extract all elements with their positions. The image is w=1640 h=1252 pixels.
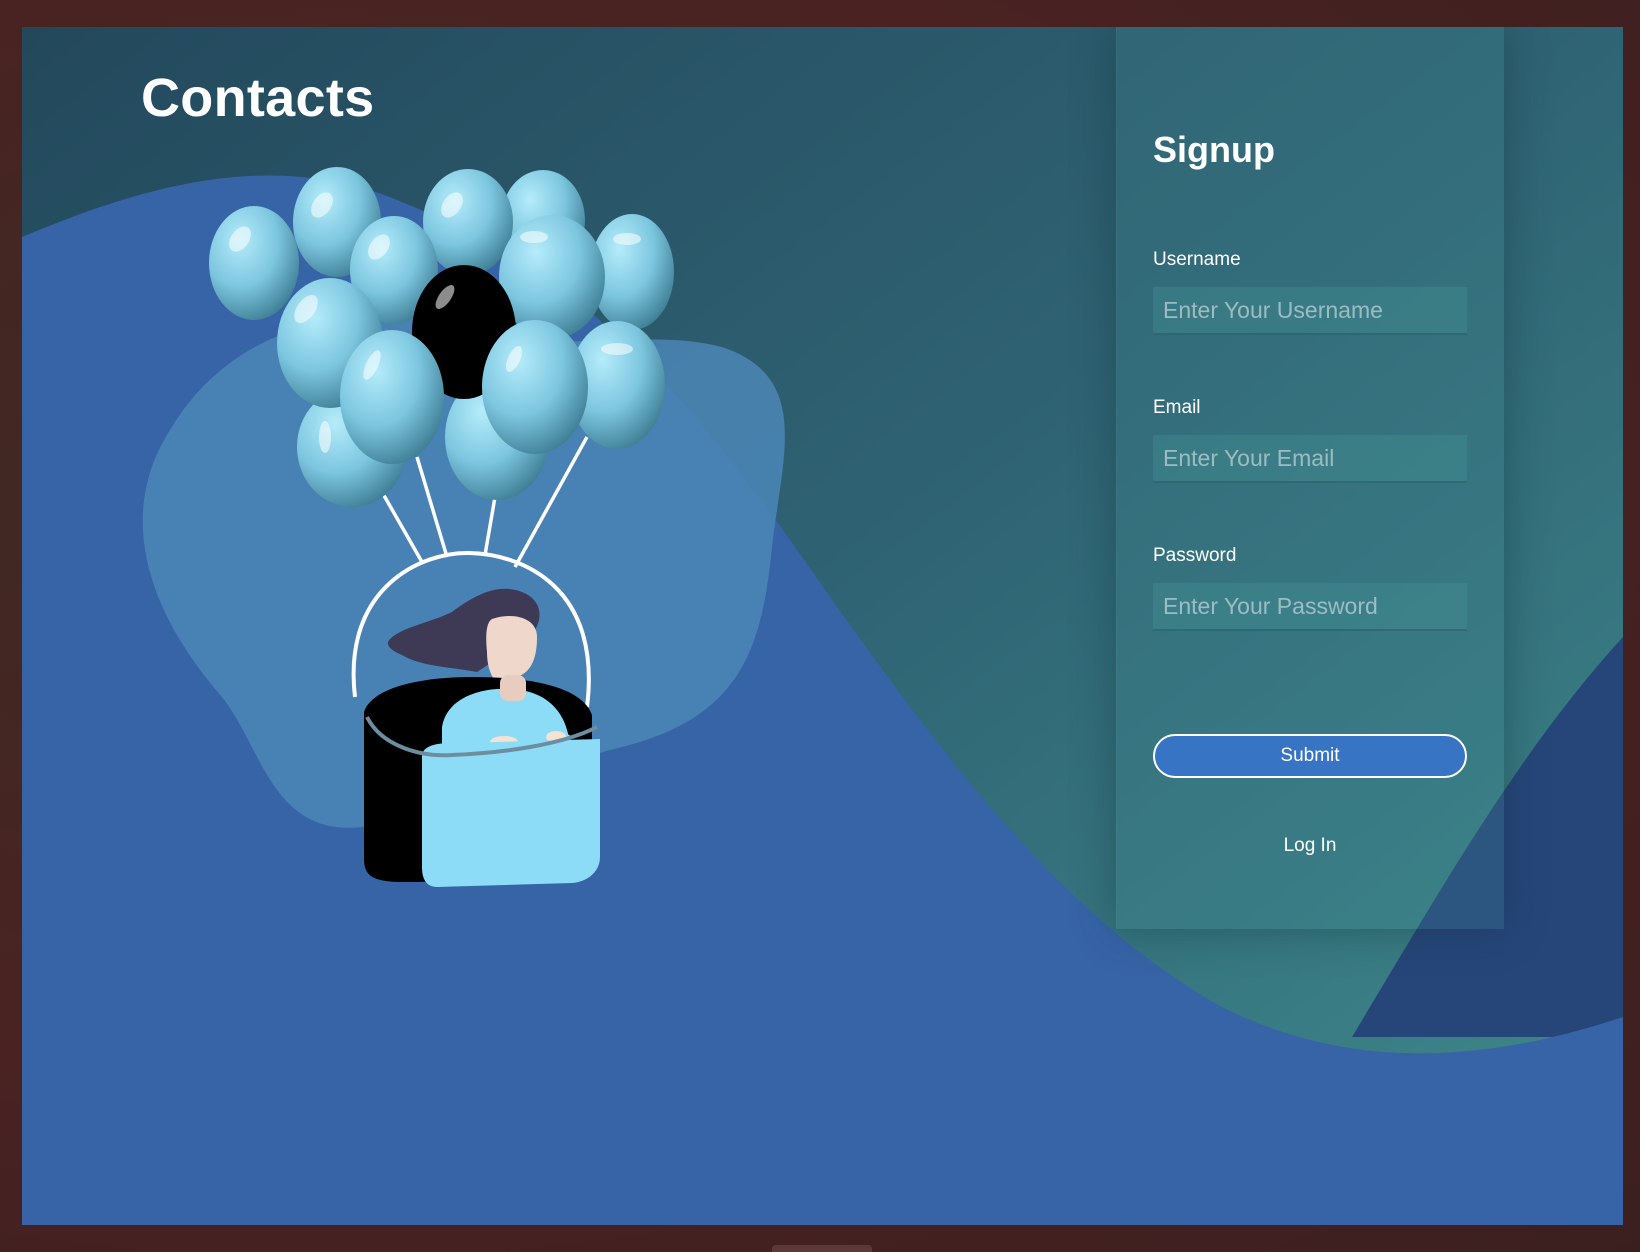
email-label: Email	[1153, 397, 1201, 418]
login-link[interactable]: Log In	[1153, 835, 1467, 857]
password-label: Password	[1153, 545, 1237, 566]
signup-panel: Signup Username Email Password Submit Lo…	[1116, 27, 1504, 929]
window-resize-handle	[772, 1245, 872, 1252]
password-input[interactable]	[1153, 583, 1467, 631]
app-window: Contacts Signup Username Enter Your User…	[22, 27, 1623, 1225]
username-input[interactable]	[1153, 287, 1467, 335]
balloon-cluster	[209, 167, 674, 507]
email-input[interactable]	[1153, 435, 1467, 483]
woman-in-balloon-basket-illustration	[209, 167, 674, 887]
desktop-background: Contacts Signup Username Enter Your User…	[0, 0, 1640, 1252]
signup-title: Signup	[1153, 129, 1275, 170]
submit-button[interactable]: Submit	[1153, 734, 1467, 778]
username-label: Username	[1153, 249, 1241, 270]
